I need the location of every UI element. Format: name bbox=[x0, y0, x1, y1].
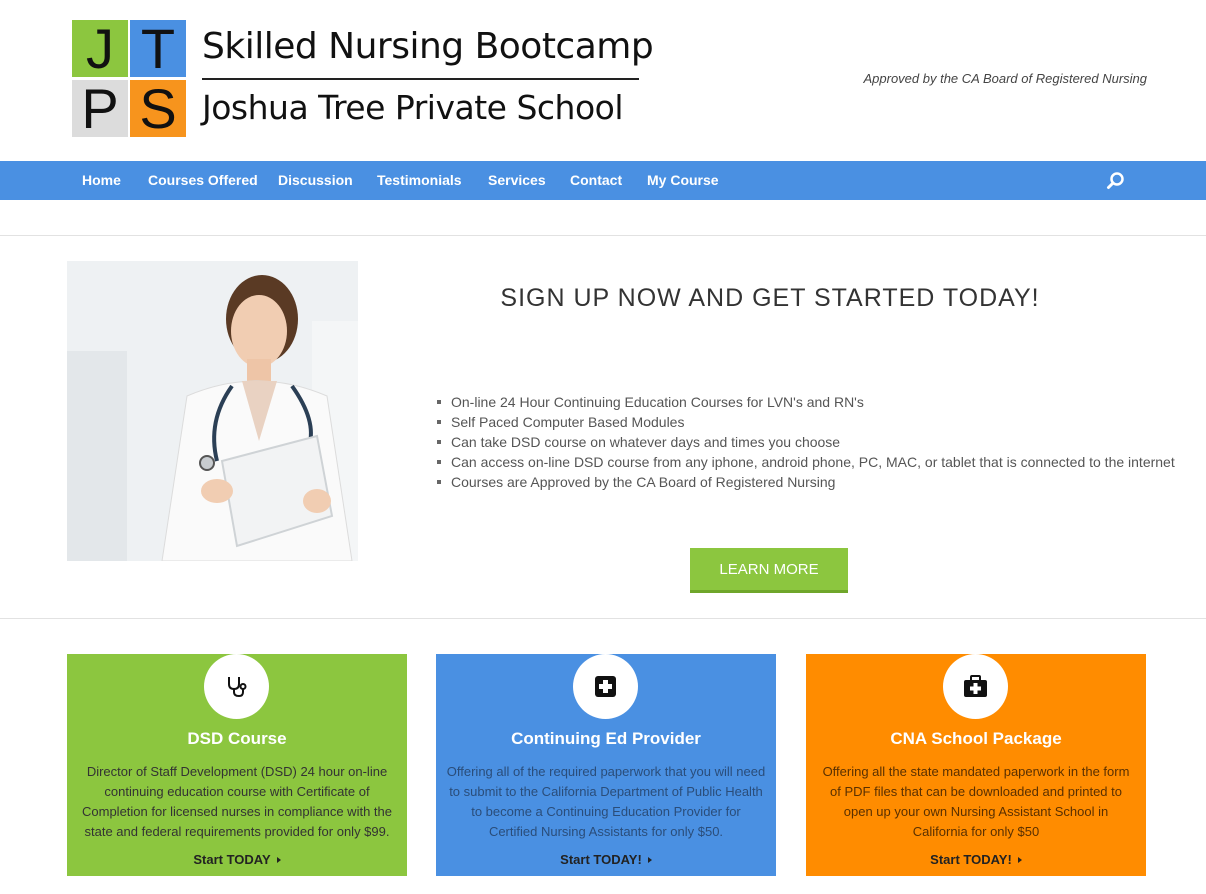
nav-item-contact[interactable]: Contact bbox=[570, 161, 622, 200]
nav-item-discussion[interactable]: Discussion bbox=[278, 161, 353, 200]
learn-more-button[interactable]: LEARN MORE bbox=[690, 548, 848, 593]
list-item: Can access on-line DSD course from any i… bbox=[436, 452, 1175, 472]
link-label: Start TODAY! bbox=[560, 852, 642, 867]
divider bbox=[0, 618, 1206, 619]
card-title: DSD Course bbox=[187, 729, 287, 748]
logo-divider bbox=[202, 78, 639, 80]
card-text: Offering all the state mandated paperwor… bbox=[822, 764, 1130, 839]
list-item: Can take DSD course on whatever days and… bbox=[436, 432, 1175, 452]
link-label: Start TODAY! bbox=[930, 852, 1012, 867]
site-header: J T P S Skilled Nursing Bootcamp Joshua … bbox=[0, 0, 1206, 161]
card-continuing-ed-provider: Continuing Ed Provider Offering all of t… bbox=[436, 654, 776, 876]
caret-right-icon bbox=[1017, 857, 1022, 863]
logo-letter-j: J bbox=[72, 20, 128, 77]
card-cna-school-package: CNA School Package Offering all the stat… bbox=[806, 654, 1146, 876]
card-title: CNA School Package bbox=[890, 729, 1062, 748]
card-text: Director of Staff Development (DSD) 24 h… bbox=[82, 764, 392, 839]
header-tagline: Approved by the CA Board of Registered N… bbox=[863, 71, 1147, 86]
list-item: Self Paced Computer Based Modules bbox=[436, 412, 1175, 432]
card-text: Offering all of the required paperwork t… bbox=[446, 764, 766, 839]
logo-letter-t: T bbox=[130, 20, 186, 77]
main-nav: Home Courses Offered Discussion Testimon… bbox=[0, 161, 1206, 200]
card-dsd-course: DSD Course Director of Staff Development… bbox=[67, 654, 407, 876]
medical-plus-icon bbox=[573, 654, 638, 719]
search-icon[interactable] bbox=[1106, 171, 1126, 191]
hero-title: SIGN UP NOW AND GET STARTED TODAY! bbox=[500, 284, 1040, 312]
caret-right-icon bbox=[647, 857, 652, 863]
nav-item-home[interactable]: Home bbox=[82, 161, 121, 200]
logo-letter-s: S bbox=[130, 80, 186, 137]
divider bbox=[0, 235, 1206, 236]
stethoscope-icon bbox=[204, 654, 269, 719]
start-today-link[interactable]: Start TODAY bbox=[67, 852, 407, 867]
nav-item-testimonials[interactable]: Testimonials bbox=[377, 161, 462, 200]
site-logo[interactable]: J T P S Skilled Nursing Bootcamp Joshua … bbox=[72, 20, 654, 138]
card-title: Continuing Ed Provider bbox=[511, 729, 701, 748]
link-label: Start TODAY bbox=[193, 852, 271, 867]
nav-item-my-course[interactable]: My Course bbox=[647, 161, 719, 200]
list-item: Courses are Approved by the CA Board of … bbox=[436, 472, 1175, 492]
start-today-link[interactable]: Start TODAY! bbox=[806, 852, 1146, 867]
logo-mark: J T P S bbox=[72, 20, 188, 138]
logo-subtitle: Joshua Tree Private School bbox=[202, 88, 624, 127]
logo-title: Skilled Nursing Bootcamp bbox=[202, 26, 654, 67]
nurse-photo bbox=[67, 261, 358, 561]
start-today-link[interactable]: Start TODAY! bbox=[436, 852, 776, 867]
logo-letter-p: P bbox=[72, 80, 128, 137]
nav-item-courses-offered[interactable]: Courses Offered bbox=[148, 161, 258, 200]
nav-item-services[interactable]: Services bbox=[488, 161, 546, 200]
feature-list: On-line 24 Hour Continuing Education Cou… bbox=[436, 392, 1175, 492]
medkit-icon bbox=[943, 654, 1008, 719]
caret-right-icon bbox=[276, 857, 281, 863]
list-item: On-line 24 Hour Continuing Education Cou… bbox=[436, 392, 1175, 412]
